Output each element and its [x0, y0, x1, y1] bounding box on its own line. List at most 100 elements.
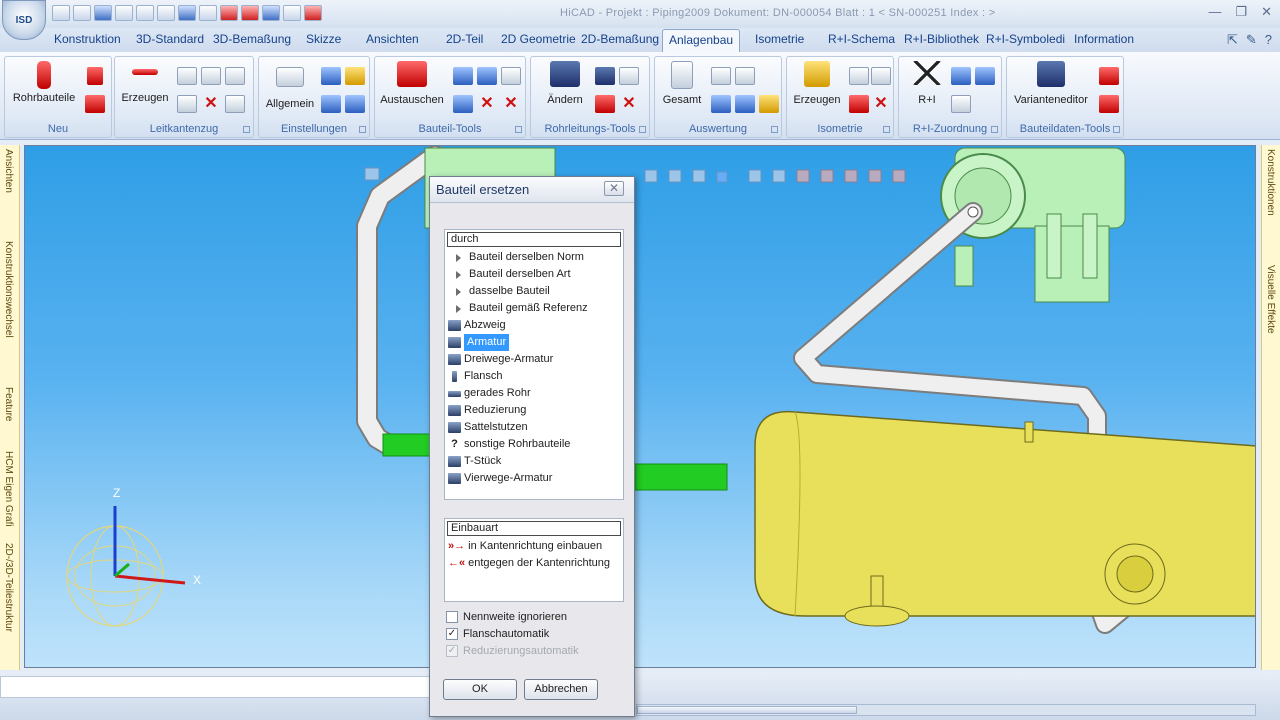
list-item-selected[interactable]: Armatur — [445, 334, 623, 351]
aendern-button[interactable]: Ändern — [537, 61, 593, 106]
tab-3d-bemassung[interactable]: 3D-Bemaßung — [213, 32, 291, 46]
pipe-tool-a-icon[interactable] — [595, 67, 615, 85]
part-delete-multi-icon[interactable]: ✕ — [501, 95, 521, 113]
iso-delete-icon[interactable]: ✕ — [871, 95, 891, 113]
delete-part-icon[interactable] — [241, 5, 259, 21]
close-window-icon[interactable]: ✕ — [1261, 4, 1272, 20]
list-item[interactable]: Flansch — [445, 368, 623, 385]
list-item[interactable]: Bauteil derselben Norm — [445, 249, 623, 266]
help-icon[interactable]: ? — [1265, 32, 1272, 48]
part-delete-icon[interactable]: ✕ — [477, 95, 497, 113]
dialog-launcher-icon[interactable] — [639, 126, 646, 133]
dialog-launcher-icon[interactable] — [359, 126, 366, 133]
pipe-tool-c-icon[interactable] — [595, 95, 615, 113]
tab-ri-symboledi[interactable]: R+I-Symboledi — [986, 32, 1065, 46]
dock-tab-konstruktionswechsel[interactable]: Konstruktionswechsel — [3, 241, 14, 338]
tab-ri-bibliothek[interactable]: R+I-Bibliothek — [904, 32, 979, 46]
dialog-launcher-icon[interactable] — [243, 126, 250, 133]
print-icon[interactable] — [157, 5, 175, 21]
scrollbar-thumb[interactable] — [637, 706, 857, 714]
dialog-launcher-icon[interactable] — [883, 126, 890, 133]
open-folder-icon[interactable] — [73, 5, 91, 21]
route-rotate-icon[interactable] — [201, 67, 221, 85]
part-tool-a-icon[interactable] — [453, 67, 473, 85]
application-menu-button[interactable]: ISD — [2, 0, 46, 40]
tab-ansichten[interactable]: Ansichten — [366, 32, 419, 46]
tab-2d-teil[interactable]: 2D-Teil — [446, 32, 483, 46]
list-item[interactable]: »→ in Kantenrichtung einbauen — [445, 538, 623, 555]
dialog-close-icon[interactable]: ✕ — [604, 181, 624, 196]
cancel-button[interactable]: Abbrechen — [524, 679, 598, 700]
list-item[interactable]: Bauteil gemäß Referenz — [445, 300, 623, 317]
list-item[interactable]: Sattelstutzen — [445, 419, 623, 436]
dialog-launcher-icon[interactable] — [515, 126, 522, 133]
list-item[interactable]: dasselbe Bauteil — [445, 283, 623, 300]
settings-b-icon[interactable] — [345, 67, 365, 85]
window-icon[interactable] — [262, 5, 280, 21]
tab-anlagenbau[interactable]: Anlagenbau — [662, 29, 741, 52]
settings-a-icon[interactable] — [321, 67, 341, 85]
tab-skizze[interactable]: Skizze — [306, 32, 341, 46]
dock-tab-teilestruktur[interactable]: 2D-/3D-Teilestruktur — [3, 543, 14, 632]
maximize-icon[interactable]: ❐ — [1235, 4, 1247, 20]
report-c-icon[interactable] — [711, 95, 731, 113]
dock-tab-konstruktionen[interactable]: Konstruktionen — [1265, 149, 1276, 216]
rohrbauteile-button[interactable]: Rohrbauteile — [9, 61, 79, 104]
dock-tab-ansichten[interactable]: Ansichten — [3, 149, 14, 193]
iso-a-icon[interactable] — [849, 67, 869, 85]
ri-a-icon[interactable] — [951, 67, 971, 85]
tab-konstruktion[interactable]: Konstruktion — [54, 32, 121, 46]
dialog-launcher-icon[interactable] — [771, 126, 778, 133]
route-delete-icon[interactable]: ✕ — [201, 95, 221, 113]
austauschen-button[interactable]: Austauschen — [377, 61, 447, 106]
horizontal-scrollbar[interactable] — [636, 704, 1256, 716]
dock-tab-feature[interactable]: Feature — [3, 387, 14, 421]
varianteneditor-button[interactable]: Varianteneditor — [1009, 61, 1093, 106]
route-split-icon[interactable] — [225, 67, 245, 85]
list-item[interactable]: ←« entgegen der Kantenrichtung — [445, 555, 623, 572]
ok-button[interactable]: OK — [443, 679, 517, 700]
minimize-icon[interactable]: — — [1208, 4, 1221, 20]
pipe-delete-icon[interactable]: ✕ — [619, 95, 639, 113]
tab-information[interactable]: Information — [1074, 32, 1134, 46]
tab-2d-geometrie[interactable]: 2D Geometrie — [501, 32, 576, 46]
ri-c-icon[interactable] — [951, 95, 971, 113]
partdata-a-icon[interactable] — [1099, 67, 1119, 85]
pipe-tool-b-icon[interactable] — [619, 67, 639, 85]
list-item[interactable]: Dreiwege-Armatur — [445, 351, 623, 368]
ri-b-icon[interactable] — [975, 67, 995, 85]
edit-icon[interactable]: ✎ — [1246, 32, 1257, 48]
redo-icon[interactable] — [199, 5, 217, 21]
allgemein-button[interactable]: Allgemein — [261, 61, 319, 110]
checkbox-box[interactable] — [446, 611, 458, 623]
dock-tab-hcm[interactable]: HCM Eigen Grafi — [3, 451, 14, 527]
part-tool-c-icon[interactable] — [501, 67, 521, 85]
iso-c-icon[interactable] — [849, 95, 869, 113]
report-d-icon[interactable] — [735, 95, 755, 113]
tab-isometrie[interactable]: Isometrie — [755, 32, 804, 46]
tab-2d-bemassung[interactable]: 2D-Bemaßung — [581, 32, 659, 46]
delete-icon[interactable] — [220, 5, 238, 21]
pin-icon[interactable]: ⇱ — [1227, 32, 1238, 48]
list-item[interactable]: gerades Rohr — [445, 385, 623, 402]
new-document-icon[interactable] — [52, 5, 70, 21]
report-a-icon[interactable] — [711, 67, 731, 85]
nominal-size-checkbox[interactable]: Nennweite ignorieren — [446, 611, 567, 623]
undo-icon[interactable] — [178, 5, 196, 21]
settings-d-icon[interactable] — [345, 95, 365, 113]
dialog-launcher-icon[interactable] — [1113, 126, 1120, 133]
part-tool-b-icon[interactable] — [477, 67, 497, 85]
dock-tab-visuelle-effekte[interactable]: Visuelle Effekte — [1265, 265, 1276, 334]
3d-viewport[interactable]: Z X — [24, 145, 1256, 668]
list-item[interactable]: T-Stück — [445, 453, 623, 470]
tab-3d-standard[interactable]: 3D-Standard — [136, 32, 204, 46]
list-item[interactable]: Vierwege-Armatur — [445, 470, 623, 487]
tab-ri-schema[interactable]: R+I-Schema — [828, 32, 895, 46]
settings-c-icon[interactable] — [321, 95, 341, 113]
ri-button[interactable]: R+I — [903, 61, 951, 106]
isometrie-erzeugen-button[interactable]: Erzeugen — [789, 61, 845, 106]
folder-icon[interactable] — [136, 5, 154, 21]
partdata-b-icon[interactable] — [1099, 95, 1119, 113]
list-item[interactable]: Reduzierung — [445, 402, 623, 419]
checkbox-box[interactable]: ✓ — [446, 628, 458, 640]
